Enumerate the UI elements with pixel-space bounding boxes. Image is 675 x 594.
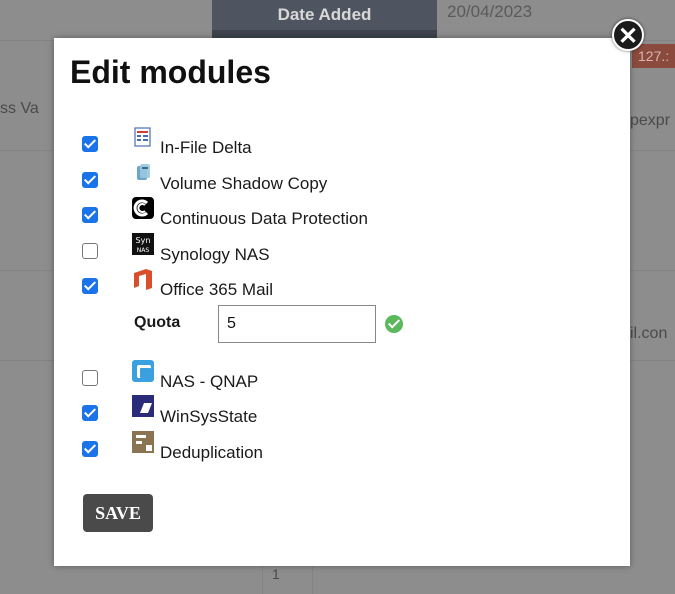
edit-modules-modal: Edit modules In-File Delta Volume Shadow… (54, 38, 630, 566)
cdp-icon (132, 197, 154, 219)
module-label: Volume Shadow Copy (160, 174, 328, 193)
module-row-deduplication: Deduplication (82, 431, 602, 465)
bg-email-fragment: il.con (630, 325, 668, 342)
checkbox-volume-shadow-copy[interactable] (82, 172, 98, 188)
module-label: Synology NAS (160, 245, 270, 264)
winsysstate-icon (132, 395, 154, 417)
module-row-volume-shadow-copy: Volume Shadow Copy (82, 164, 602, 196)
bg-col-divider (262, 566, 263, 594)
valid-check-icon (385, 315, 403, 333)
volume-shadow-copy-icon (137, 164, 150, 180)
module-label: Deduplication (160, 443, 264, 462)
svg-text:Syn: Syn (136, 236, 151, 245)
checkbox-office365-mail[interactable] (82, 278, 98, 294)
checkbox-winsysstate[interactable] (82, 405, 98, 421)
checkbox-synology-nas[interactable] (82, 243, 98, 259)
module-label: Continuous Data Protection (160, 209, 368, 228)
bg-right-text: pexpr (630, 112, 671, 129)
module-row-in-file-delta: In-File Delta (82, 127, 602, 160)
module-label: NAS - QNAP (160, 372, 259, 391)
synology-icon: Syn NAS (132, 233, 154, 255)
bg-page-number: 1 (272, 566, 280, 582)
quota-input[interactable] (218, 305, 376, 343)
bg-col-divider (312, 566, 313, 594)
module-row-office365-mail: Office 365 Mail (82, 269, 602, 302)
quota-label: Quota (134, 314, 181, 331)
module-label: WinSysState (160, 407, 258, 426)
module-label: In-File Delta (160, 138, 252, 157)
header-divider (212, 30, 437, 38)
checkbox-deduplication[interactable] (82, 441, 98, 457)
status-badge: 127.: (632, 44, 675, 68)
checkbox-nas-qnap[interactable] (82, 370, 98, 386)
bg-left-text: ss Va (0, 100, 39, 117)
module-label: Office 365 Mail (160, 280, 274, 299)
checkbox-in-file-delta[interactable] (82, 136, 98, 152)
office365-icon (134, 269, 152, 290)
checkbox-cdp[interactable] (82, 207, 98, 223)
qnap-icon (132, 360, 154, 382)
deduplication-icon (132, 431, 154, 453)
date-added-header: Date Added (212, 0, 437, 30)
module-row-cdp: Continuous Data Protection (82, 197, 602, 231)
module-row-nas-qnap: NAS - QNAP (82, 360, 602, 394)
module-row-synology-nas: Syn NAS Synology NAS (82, 233, 602, 267)
date-value: 20/04/2023 (447, 2, 533, 21)
save-button[interactable]: SAVE (83, 494, 153, 532)
modal-title: Edit modules (70, 54, 271, 90)
close-icon[interactable]: ✕ (612, 19, 644, 51)
in-file-delta-icon (134, 127, 151, 147)
svg-text:NAS: NAS (137, 247, 150, 254)
module-row-winsysstate: WinSysState (82, 395, 602, 429)
